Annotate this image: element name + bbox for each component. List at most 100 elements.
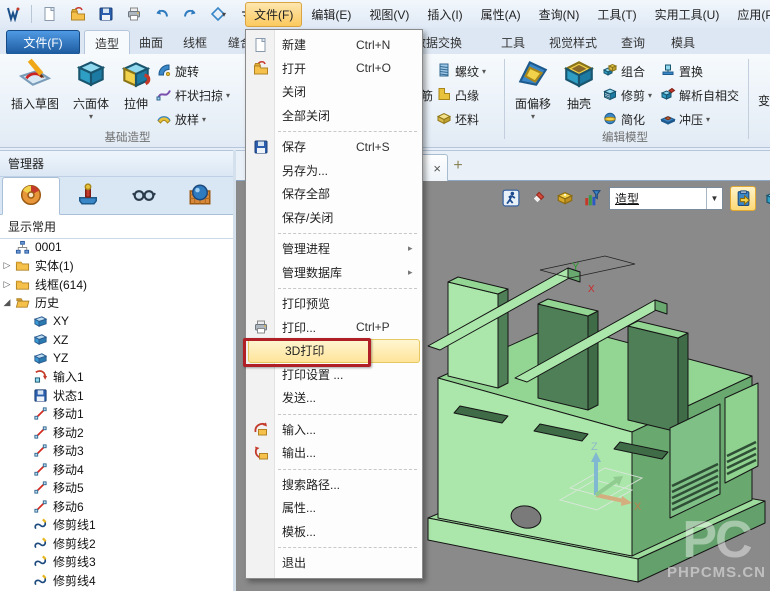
collapse-arrow-icon[interactable]: ◢	[0, 297, 14, 308]
expand-arrow-icon[interactable]: ▷	[0, 260, 14, 271]
ribbon-button-拉伸[interactable]: 拉伸	[116, 56, 156, 128]
ribbon-tab-线框[interactable]: 线框	[174, 30, 216, 54]
3d-model[interactable]: Z X Y X	[420, 218, 770, 591]
tree-item-移动2[interactable]: 移动2	[0, 423, 232, 442]
dropdown-caret[interactable]: ▾	[531, 112, 535, 121]
tree-item-修剪线2[interactable]: 修剪线2	[0, 534, 232, 553]
tree-item-XY[interactable]: XY	[0, 312, 232, 331]
tree-item-移动3[interactable]: 移动3	[0, 442, 232, 461]
menubar-item-应用[interactable]: 应用(P)	[728, 2, 770, 27]
ribbon-tab-查询[interactable]: 查询	[610, 30, 656, 54]
menubar-item-查询[interactable]: 查询(N)	[530, 2, 589, 27]
ribbon-button-凸缘[interactable]: 凸缘	[436, 85, 479, 105]
new-file-icon[interactable]	[39, 3, 61, 25]
tab-visibility-manager[interactable]	[116, 177, 172, 213]
menu-item-全部关闭[interactable]: 全部关闭	[246, 104, 422, 128]
ribbon-button-置换[interactable]: 置换	[660, 61, 703, 81]
print-icon[interactable]	[123, 3, 145, 25]
tree-item-XZ[interactable]: XZ	[0, 331, 232, 350]
ribbon-tab-模具[interactable]: 模具	[660, 30, 706, 54]
ribbon-button-冲压[interactable]: 冲压▾	[660, 109, 710, 129]
menu-item-发送[interactable]: 发送...	[246, 386, 422, 410]
ribbon-tab-造型[interactable]: 造型	[84, 30, 130, 55]
tree-item-修剪线1[interactable]: 修剪线1	[0, 516, 232, 535]
menu-item-保存[interactable]: 保存Ctrl+S	[246, 135, 422, 159]
active-view-mode-button[interactable]	[730, 186, 756, 211]
ribbon-button-放样[interactable]: 放样▾	[156, 109, 206, 129]
tab-history-manager[interactable]	[2, 177, 60, 215]
ribbon-button-六面体[interactable]: 六面体▾	[68, 56, 114, 128]
ribbon-tab-视觉样式[interactable]: 视觉样式	[540, 30, 606, 54]
menu-item-搜索路径[interactable]: 搜索路径...	[246, 473, 422, 497]
menubar-item-插入[interactable]: 插入(I)	[418, 2, 471, 27]
undo-icon[interactable]	[151, 3, 173, 25]
menu-item-管理数据库[interactable]: 管理数据库▸	[246, 261, 422, 285]
filter-icon[interactable]	[582, 188, 602, 208]
dropdown-caret[interactable]: ▾	[482, 67, 486, 76]
menu-item-输入[interactable]: 输入...	[246, 418, 422, 442]
tree-item-移动1[interactable]: 移动1	[0, 405, 232, 424]
ribbon-tab-工具[interactable]: 工具	[490, 30, 536, 54]
tree-item-YZ[interactable]: YZ	[0, 349, 232, 368]
new-tab-button[interactable]: +	[448, 156, 468, 176]
menubar-item-视图[interactable]: 视图(V)	[360, 2, 418, 27]
tree-item-修剪线4[interactable]: 修剪线4	[0, 571, 232, 590]
menu-item-管理进程[interactable]: 管理进程▸	[246, 237, 422, 261]
dropdown-caret[interactable]: ▾	[202, 115, 206, 124]
ribbon-tab-曲面[interactable]: 曲面	[130, 30, 172, 54]
ribbon-button-面偏移[interactable]: 面偏移▾	[508, 56, 558, 128]
combo-dropdown-icon[interactable]: ▼	[706, 188, 722, 209]
tree-filter-row[interactable]: 显示常用	[0, 215, 233, 239]
tree-item-移动6[interactable]: 移动6	[0, 497, 232, 516]
menubar-item-属性[interactable]: 属性(A)	[472, 2, 530, 27]
tree-item-修剪线3[interactable]: 修剪线3	[0, 553, 232, 572]
redo-icon[interactable]	[179, 3, 201, 25]
tree-item-0001[interactable]: 0001	[0, 238, 232, 257]
ribbon-button-组合[interactable]: 组合	[602, 61, 645, 81]
open-file-icon[interactable]	[67, 3, 89, 25]
dropdown-caret[interactable]: ▾	[648, 91, 652, 100]
save-icon[interactable]	[95, 3, 117, 25]
ribbon-button-螺纹[interactable]: 螺纹▾	[436, 61, 486, 81]
menubar-item-实用工具[interactable]: 实用工具(U)	[646, 2, 729, 27]
ribbon-button-杆状扫掠[interactable]: 杆状扫掠▾	[156, 85, 230, 105]
dropdown-caret[interactable]: ▾	[89, 112, 93, 121]
shaded-cube-button[interactable]	[763, 188, 770, 208]
expand-arrow-icon[interactable]: ▷	[0, 279, 14, 290]
ribbon-button-旋转[interactable]: 旋转	[156, 61, 199, 81]
ribbon-button-解析自相交[interactable]: 解析自相交	[660, 85, 739, 105]
tree-item-移动4[interactable]: 移动4	[0, 460, 232, 479]
menu-item-新建[interactable]: 新建Ctrl+N	[246, 33, 422, 57]
tree-item-实体(1)[interactable]: ▷实体(1)	[0, 257, 232, 276]
menu-item-退出[interactable]: 退出	[246, 551, 422, 575]
show-target-icon[interactable]	[555, 188, 575, 208]
menubar-item-编辑[interactable]: 编辑(E)	[302, 2, 360, 27]
ribbon-button-简化[interactable]: 简化	[602, 109, 645, 129]
tree-item-历史[interactable]: ◢历史	[0, 294, 232, 313]
tree-item-状态1[interactable]: 状态1	[0, 386, 232, 405]
dropdown-caret[interactable]: ▾	[226, 91, 230, 100]
tree-item-输入1[interactable]: 输入1	[0, 368, 232, 387]
menu-item-打印设置[interactable]: 打印设置 ...	[246, 363, 422, 387]
menu-item-关闭[interactable]: 关闭	[246, 80, 422, 104]
menu-item-输出[interactable]: 输出...	[246, 441, 422, 465]
menu-item-打开[interactable]: 打开Ctrl+O	[246, 57, 422, 81]
erase-icon[interactable]	[528, 188, 548, 208]
walkthrough-icon[interactable]	[501, 188, 521, 208]
ribbon-button-修剪[interactable]: 修剪▾	[602, 85, 652, 105]
menu-item-打印[interactable]: 打印...Ctrl+P	[246, 316, 422, 340]
menu-item-保存全部[interactable]: 保存全部	[246, 182, 422, 206]
regen-view-icon[interactable]: ▾	[207, 3, 229, 25]
tree-item-移动5[interactable]: 移动5	[0, 479, 232, 498]
menubar-item-文件[interactable]: 文件(F)	[245, 2, 302, 27]
file-ribbon-button[interactable]: 文件(F)	[6, 30, 80, 55]
tab-render-manager[interactable]	[172, 177, 228, 213]
menubar-item-工具[interactable]: 工具(T)	[588, 2, 645, 27]
menu-item-3D打印[interactable]: 3D打印	[248, 339, 420, 363]
tab-assembly-manager[interactable]	[60, 177, 116, 213]
tree-item-线框(614)[interactable]: ▷线框(614)	[0, 275, 232, 294]
menu-item-打印预览[interactable]: 打印预览	[246, 292, 422, 316]
dropdown-caret[interactable]: ▾	[706, 115, 710, 124]
menu-item-保存/关闭[interactable]: 保存/关闭	[246, 206, 422, 230]
ribbon-button-坯料[interactable]: 坯料	[436, 109, 479, 129]
